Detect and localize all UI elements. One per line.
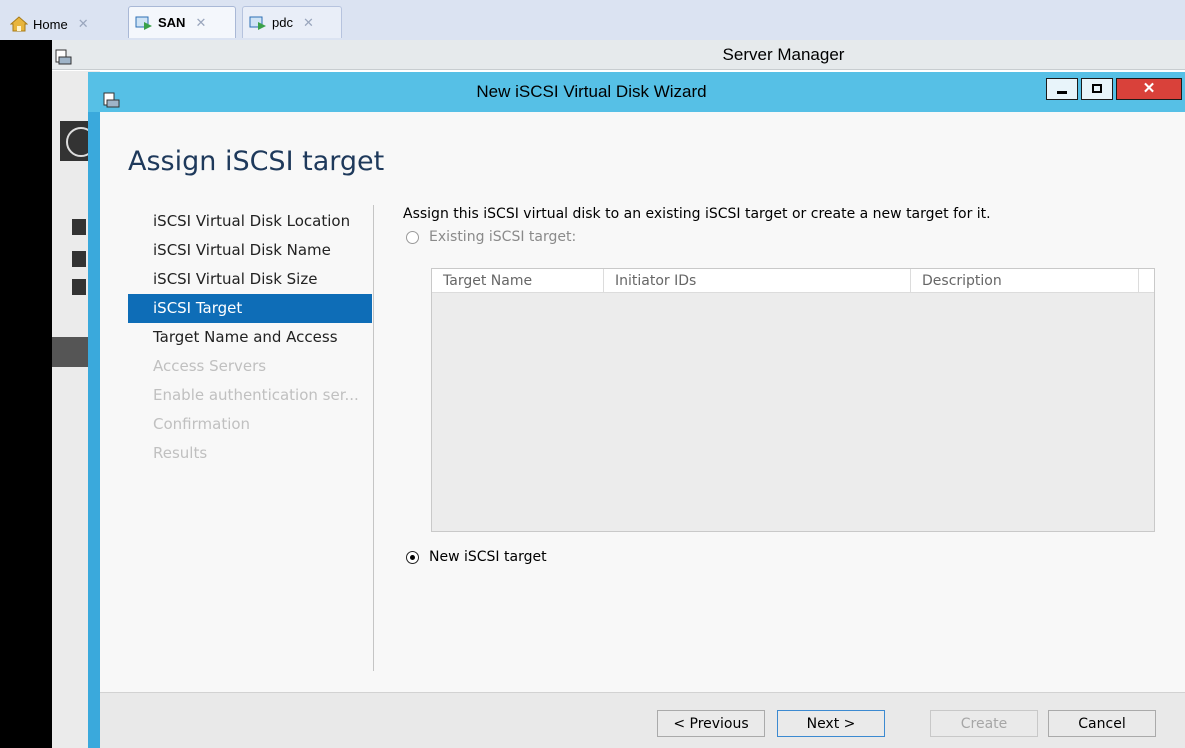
column-header-target-name[interactable]: Target Name xyxy=(432,269,604,292)
step-enable-authentication: Enable authentication ser... xyxy=(153,386,359,404)
page-title: Assign iSCSI target xyxy=(128,146,385,177)
existing-target-radio[interactable] xyxy=(406,230,419,244)
wizard-icon xyxy=(102,84,120,108)
local-server-icon[interactable] xyxy=(72,251,86,267)
previous-button[interactable]: < Previous xyxy=(657,710,765,737)
close-icon[interactable]: ✕ xyxy=(195,15,206,31)
wizard-window: New iSCSI Virtual Disk Wizard ✕ Assign i… xyxy=(88,72,1185,748)
minimize-button[interactable] xyxy=(1046,78,1078,100)
server-manager-icon xyxy=(54,46,72,65)
column-header-filler xyxy=(1139,269,1154,292)
step-results: Results xyxy=(153,444,208,462)
step-disk-location[interactable]: iSCSI Virtual Disk Location xyxy=(128,207,372,236)
close-icon[interactable]: ✕ xyxy=(303,15,314,31)
host-tab-label: pdc xyxy=(272,15,293,30)
server-manager-title-bar: Server Manager xyxy=(52,40,1185,70)
wizard-body: Assign iSCSI target iSCSI Virtual Disk L… xyxy=(100,112,1185,748)
close-icon: ✕ xyxy=(1142,80,1156,97)
wizard-steps: iSCSI Virtual Disk Location iSCSI Virtua… xyxy=(128,207,372,468)
targets-table[interactable]: Target Name Initiator IDs Description xyxy=(431,268,1155,532)
maximize-button[interactable] xyxy=(1081,78,1113,100)
step-confirmation: Confirmation xyxy=(153,415,251,433)
dashboard-icon[interactable] xyxy=(72,219,86,235)
vm-icon xyxy=(135,15,153,31)
home-icon xyxy=(9,16,29,32)
create-button: Create xyxy=(930,710,1038,737)
step-target-name-access[interactable]: Target Name and Access xyxy=(128,323,372,352)
wizard-title: New iSCSI Virtual Disk Wizard xyxy=(476,82,707,101)
host-tab-bar: Home ✕ SAN ✕ pdc ✕ xyxy=(0,0,1185,40)
new-target-label: New iSCSI target xyxy=(429,549,547,565)
close-button[interactable]: ✕ xyxy=(1116,78,1182,100)
steps-divider xyxy=(373,205,374,671)
page-description: Assign this iSCSI virtual disk to an exi… xyxy=(403,206,991,222)
new-target-radio[interactable] xyxy=(406,550,419,564)
existing-target-option[interactable]: Existing iSCSI target: xyxy=(403,226,1173,248)
next-button[interactable]: Next > xyxy=(777,710,885,737)
existing-target-label: Existing iSCSI target: xyxy=(429,229,577,245)
column-header-initiator-ids[interactable]: Initiator IDs xyxy=(604,269,911,292)
step-disk-name[interactable]: iSCSI Virtual Disk Name xyxy=(128,236,372,265)
host-tab-pdc[interactable]: pdc ✕ xyxy=(242,6,342,38)
maximize-icon xyxy=(1092,84,1102,93)
all-servers-icon[interactable] xyxy=(72,279,86,295)
step-access-servers: Access Servers xyxy=(153,357,267,375)
new-target-option[interactable]: New iSCSI target xyxy=(403,546,547,568)
cancel-button[interactable]: Cancel xyxy=(1048,710,1156,737)
wizard-title-bar[interactable]: New iSCSI Virtual Disk Wizard ✕ xyxy=(88,72,1185,112)
host-tab-label: SAN xyxy=(158,15,186,30)
vm-border xyxy=(0,40,52,748)
close-icon[interactable]: ✕ xyxy=(78,16,89,32)
step-disk-size[interactable]: iSCSI Virtual Disk Size xyxy=(128,265,372,294)
table-header: Target Name Initiator IDs Description xyxy=(432,269,1154,293)
vm-icon xyxy=(249,15,267,31)
wizard-footer: < Previous Next > Create Cancel xyxy=(100,692,1185,748)
minimize-icon xyxy=(1057,91,1067,94)
server-manager-title: Server Manager xyxy=(722,45,845,64)
step-iscsi-target[interactable]: iSCSI Target xyxy=(128,294,372,323)
wizard-content: Assign this iSCSI virtual disk to an exi… xyxy=(403,206,1173,565)
host-tab-san[interactable]: SAN ✕ xyxy=(128,6,236,38)
column-header-description[interactable]: Description xyxy=(911,269,1139,292)
host-tab-home[interactable]: Home ✕ xyxy=(4,10,95,38)
host-tab-label: Home xyxy=(33,16,68,32)
